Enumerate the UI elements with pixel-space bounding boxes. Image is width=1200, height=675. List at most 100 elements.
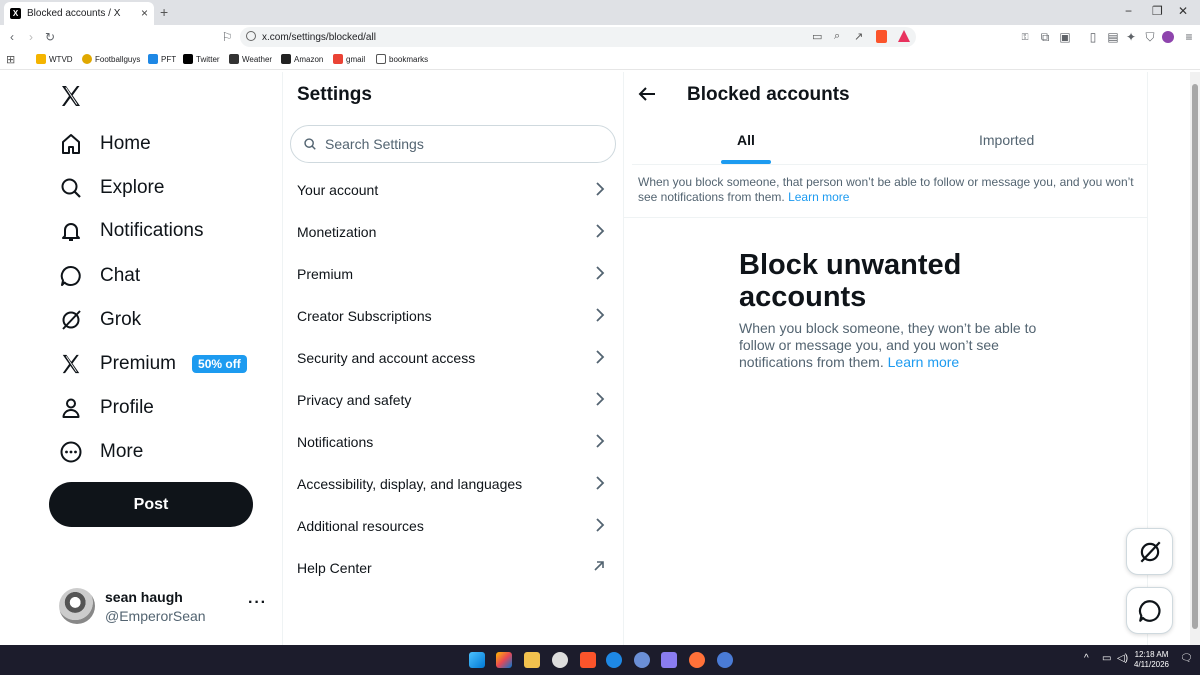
copilot-icon[interactable] xyxy=(496,652,512,668)
info-learn-more-link[interactable]: Learn more xyxy=(788,190,849,204)
settings-item-privacy[interactable]: Privacy and safety xyxy=(284,379,623,421)
url-text: x.com/settings/blocked/all xyxy=(262,31,376,43)
grok-floating-button[interactable] xyxy=(1126,528,1173,575)
chat-floating-button[interactable] xyxy=(1126,587,1173,634)
home-icon xyxy=(58,131,84,157)
window-close-icon[interactable]: ✕ xyxy=(1178,4,1188,18)
bookmark-folder[interactable]: bookmarks xyxy=(376,54,428,64)
tab-imported[interactable]: Imported xyxy=(979,132,1034,148)
site-info-icon[interactable] xyxy=(246,31,256,41)
new-tab-icon[interactable]: + xyxy=(160,4,168,20)
brave-rewards-icon[interactable] xyxy=(898,30,910,42)
wallet-icon[interactable]: ▤ xyxy=(1106,30,1120,44)
tab-close-icon[interactable]: × xyxy=(141,6,148,20)
settings-item-monetization[interactable]: Monetization xyxy=(284,211,623,253)
user-display-name: sean haugh xyxy=(105,589,183,605)
puzzle-icon[interactable]: ⧉ xyxy=(1038,30,1052,44)
bookmark-gmail[interactable]: gmail xyxy=(333,54,365,64)
network-icon[interactable]: ▭ xyxy=(1102,653,1111,664)
clock[interactable]: 12:18 AM 4/11/2026 xyxy=(1134,650,1169,670)
nav-label-more: More xyxy=(100,441,144,462)
nav-more[interactable]: More xyxy=(58,435,143,469)
settings-item-help-center[interactable]: Help Center xyxy=(284,547,623,589)
nav-explore[interactable]: Explore xyxy=(58,171,164,205)
forward-icon[interactable]: › xyxy=(24,30,38,44)
nav-notifications[interactable]: Notifications xyxy=(58,214,204,248)
bookmark-wtvd[interactable]: WTVD xyxy=(36,54,73,64)
zoom-icon[interactable]: ⌕ xyxy=(834,30,840,43)
share-icon[interactable]: ↗ xyxy=(854,30,863,43)
sidebar-icon[interactable]: ▯ xyxy=(1086,30,1100,44)
volume-icon[interactable]: ◁) xyxy=(1117,653,1128,664)
settings-item-creator-subscriptions[interactable]: Creator Subscriptions xyxy=(284,295,623,337)
minimize-icon[interactable]: − xyxy=(1125,4,1132,18)
settings-item-additional-resources[interactable]: Additional resources xyxy=(284,505,623,547)
file-explorer-icon[interactable] xyxy=(524,652,540,668)
windows-start-icon[interactable] xyxy=(469,652,485,668)
settings-item-security[interactable]: Security and account access xyxy=(284,337,623,379)
nav-grok[interactable]: Grok xyxy=(58,303,141,337)
address-bar[interactable]: x.com/settings/blocked/all ▭ ⌕ ↗ xyxy=(240,27,916,47)
chevron-right-icon xyxy=(595,266,605,280)
apps-grid-icon[interactable]: ⊞ xyxy=(6,53,15,66)
x-logo-icon[interactable] xyxy=(59,84,83,108)
cast-icon[interactable]: ▭ xyxy=(812,30,822,43)
notification-center-icon[interactable]: 🗨 xyxy=(1180,653,1193,664)
maximize-icon[interactable]: ❐ xyxy=(1152,4,1163,18)
app-icon[interactable] xyxy=(634,652,650,668)
bookmark-amazon[interactable]: Amazon xyxy=(281,54,323,64)
reload-icon[interactable]: ↻ xyxy=(43,30,57,44)
app-icon[interactable] xyxy=(717,652,733,668)
browser-tab[interactable]: X Blocked accounts / X × xyxy=(4,2,154,25)
profile-icon[interactable] xyxy=(1162,31,1174,43)
leo-ai-icon[interactable]: ✦ xyxy=(1124,30,1138,44)
search-icon xyxy=(303,137,317,151)
settings-item-premium[interactable]: Premium xyxy=(284,253,623,295)
menu-icon[interactable]: ≡ xyxy=(1182,30,1196,44)
nav-profile[interactable]: Profile xyxy=(58,391,154,425)
nav-premium[interactable]: Premium 50% off xyxy=(58,347,247,381)
account-menu-icon[interactable]: ··· xyxy=(248,594,267,612)
chevron-up-icon[interactable]: ^ xyxy=(1084,653,1089,664)
app-icon[interactable] xyxy=(661,652,677,668)
bookmark-weather[interactable]: Weather xyxy=(229,54,272,64)
vpn-icon[interactable]: ⛉ xyxy=(1143,30,1157,44)
screenshot-icon[interactable]: ▣ xyxy=(1058,30,1072,44)
chevron-right-icon xyxy=(595,224,605,238)
browser-tab-title: Blocked accounts / X xyxy=(27,8,121,19)
more-circle-icon xyxy=(58,439,84,465)
extension-icon[interactable]: ⚿ xyxy=(1018,30,1032,44)
settings-search[interactable] xyxy=(290,125,616,163)
settings-item-your-account[interactable]: Your account xyxy=(284,169,623,211)
nav-home[interactable]: Home xyxy=(58,127,151,161)
post-button[interactable]: Post xyxy=(49,482,253,527)
clock-date: 4/11/2026 xyxy=(1134,660,1169,669)
x-logo-icon xyxy=(183,54,193,64)
grok-icon xyxy=(58,307,84,333)
chevron-right-icon xyxy=(595,392,605,406)
nav-chat[interactable]: Chat xyxy=(58,259,140,293)
edge-icon[interactable] xyxy=(606,652,622,668)
search-input[interactable] xyxy=(325,136,595,152)
settings-item-notifications[interactable]: Notifications xyxy=(284,421,623,463)
firefox-icon[interactable] xyxy=(689,652,705,668)
grok-icon xyxy=(1137,539,1163,565)
brave-icon[interactable] xyxy=(580,652,596,668)
scroll-thumb[interactable] xyxy=(1192,84,1198,629)
bookmark-page-icon[interactable]: ⚐ xyxy=(220,30,234,44)
bookmark-pft[interactable]: PFT xyxy=(148,54,176,64)
bookmark-footballguys[interactable]: Footballguys xyxy=(82,54,140,64)
brave-shield-icon[interactable] xyxy=(876,30,887,43)
page-scrollbar[interactable] xyxy=(1190,72,1200,645)
back-arrow-icon[interactable] xyxy=(638,86,656,102)
back-icon[interactable]: ‹ xyxy=(5,30,19,44)
settings-item-accessibility[interactable]: Accessibility, display, and languages xyxy=(284,463,623,505)
avatar[interactable] xyxy=(59,588,95,624)
app-icon[interactable] xyxy=(552,652,568,668)
bookmark-twitter[interactable]: Twitter xyxy=(183,54,220,64)
empty-learn-more-link[interactable]: Learn more xyxy=(888,354,960,370)
settings-title: Settings xyxy=(297,84,372,105)
footballguys-icon xyxy=(82,54,92,64)
bell-icon xyxy=(58,218,84,244)
tab-all[interactable]: All xyxy=(737,132,755,148)
